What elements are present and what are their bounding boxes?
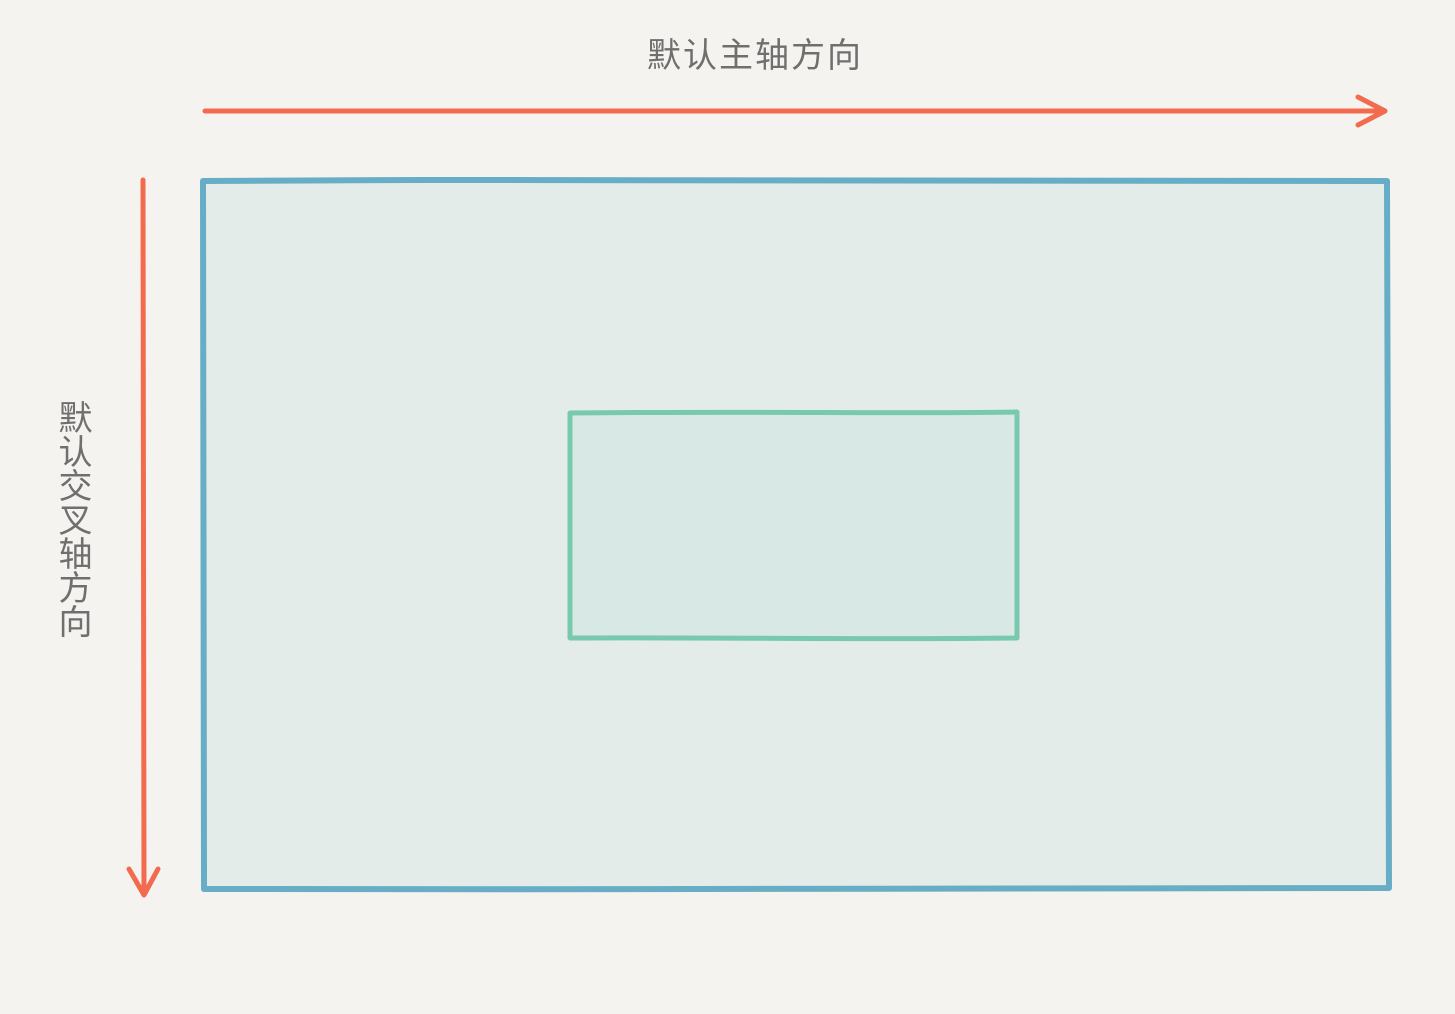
diagram-svg	[126, 94, 1392, 898]
cross-axis-label: 默认交叉轴方向	[52, 400, 92, 638]
main-axis-arrow	[202, 94, 1388, 128]
flex-axis-diagram: 默认主轴方向 默认交叉轴方向	[0, 0, 1455, 1010]
flex-item	[567, 409, 1020, 642]
cross-axis-arrow	[126, 177, 161, 898]
main-axis-label: 默认主轴方向	[647, 36, 863, 76]
